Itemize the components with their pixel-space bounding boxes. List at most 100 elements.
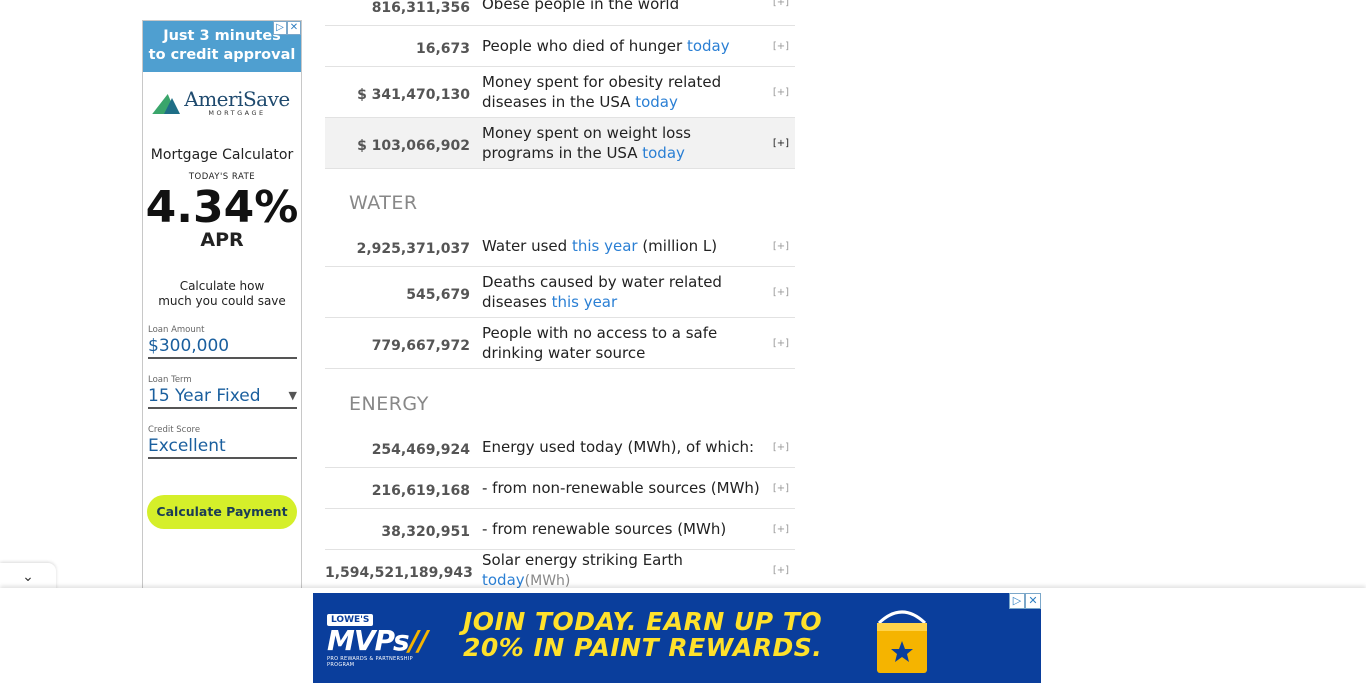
stat-unit: (million L) xyxy=(637,237,718,255)
ad-choices[interactable]: ▷ ✕ xyxy=(273,21,301,35)
expand-button[interactable]: [+] xyxy=(773,138,789,149)
stat-period-link[interactable]: today xyxy=(482,571,525,589)
rate-label: TODAY'S RATE xyxy=(188,172,256,182)
stat-label-text: Solar energy striking Earth xyxy=(482,550,683,569)
stat-row: 216,619,168 - from non-renewable sources … xyxy=(325,468,795,509)
mvps-subtitle: PRO REWARDS & PARTNERSHIP PROGRAM xyxy=(327,656,413,668)
stat-row: 816,311,356 Obese people in the world [+] xyxy=(325,0,795,26)
stat-value: $ 341,470,130 xyxy=(357,86,470,103)
expand-button[interactable]: [+] xyxy=(773,241,789,252)
ad-headline-line-2: to credit approval xyxy=(148,47,296,63)
stat-value: 38,320,951 xyxy=(381,523,470,540)
bottom-advertisement[interactable]: LOWE'S MVPs// PRO REWARDS & PARTNERSHIP … xyxy=(313,593,1041,683)
rate-value: 4.34% xyxy=(145,182,299,233)
stat-row: 2,925,371,037 Water used this year (milli… xyxy=(325,226,795,267)
energy-section-header: ENERGY xyxy=(325,369,795,415)
stat-value: 2,925,371,037 xyxy=(356,240,470,257)
stat-label: People who died of hunger today xyxy=(482,36,762,56)
bottom-ad-headline: JOIN TODAY. EARN UP TO 20% IN PAINT REWA… xyxy=(463,609,822,661)
lowes-mvps-logo: LOWE'S MVPs// PRO REWARDS & PARTNERSHIP … xyxy=(327,607,437,671)
stat-row: 254,469,924 Energy used today (MWh), of w… xyxy=(325,427,795,468)
stat-label: Money spent for obesity related diseases… xyxy=(482,72,762,112)
stat-value: 16,673 xyxy=(415,40,470,57)
amerisave-logo: AmeriSave MORTGAGE xyxy=(143,89,301,117)
stat-label-text: Money spent for obesity related diseases… xyxy=(482,73,722,111)
ad-info-icon[interactable]: ▷ xyxy=(273,21,287,35)
bottom-ad-headline-2: 20% IN PAINT REWARDS. xyxy=(463,633,823,662)
chevron-down-icon[interactable]: ⌄ xyxy=(22,569,34,585)
stat-label: Money spent on weight loss programs in t… xyxy=(482,123,762,163)
calculate-payment-button[interactable]: Calculate Payment xyxy=(147,495,297,529)
stat-label-text: - from non-renewable sources (MWh) xyxy=(482,479,760,497)
expand-button[interactable]: [+] xyxy=(773,338,789,349)
bottom-ad-headline-1: JOIN TODAY. EARN UP TO xyxy=(463,607,823,636)
section-title-water: WATER xyxy=(349,192,418,214)
stat-label: Obese people in the world xyxy=(482,0,762,14)
paint-can-icon xyxy=(877,610,927,673)
stat-label-text: People who died of hunger xyxy=(482,37,687,55)
expand-button[interactable]: [+] xyxy=(773,442,789,453)
loan-amount-label: Loan Amount xyxy=(148,325,205,335)
stat-row: 1,594,521,189,943 Solar energy striking E… xyxy=(325,550,795,591)
loan-amount-input[interactable]: $300,000 xyxy=(148,335,229,357)
stat-period-link[interactable]: this year xyxy=(572,237,638,255)
mvps-text: MVPs xyxy=(327,624,410,657)
stat-label: Deaths caused by water related diseases … xyxy=(482,272,762,312)
stat-label-text: Obese people in the world xyxy=(482,0,680,13)
expand-button[interactable]: [+] xyxy=(773,565,789,576)
stat-value: 545,679 xyxy=(406,286,470,303)
section-title-energy: ENERGY xyxy=(349,393,429,415)
credit-score-label: Credit Score xyxy=(148,425,201,435)
bottom-ad-bar: LOWE'S MVPs// PRO REWARDS & PARTNERSHIP … xyxy=(0,588,1366,683)
loan-amount-field[interactable]: Loan Amount $300,000 xyxy=(148,325,297,359)
ad-close-icon[interactable]: ✕ xyxy=(287,21,301,35)
amerisave-logo-icon xyxy=(154,90,181,116)
stat-period-link[interactable]: today xyxy=(642,144,685,162)
stat-period-link[interactable]: today xyxy=(635,93,678,111)
calculator-note: Calculate how much you could save xyxy=(143,279,301,309)
rate-unit: APR xyxy=(200,229,244,251)
stat-unit: (MWh) xyxy=(524,572,571,589)
stat-row: $ 103,066,902 Money spent on weight loss … xyxy=(325,118,795,169)
stat-value: 816,311,356 xyxy=(371,0,470,16)
stat-value: $ 103,066,902 xyxy=(357,137,470,154)
stat-value: 1,594,521,189,943 xyxy=(325,564,473,581)
stat-period-link[interactable]: this year xyxy=(552,293,618,311)
stat-row: 16,673 People who died of hunger today [+] xyxy=(325,26,795,67)
stat-period-link[interactable]: today xyxy=(687,37,730,55)
stat-value: 216,619,168 xyxy=(371,482,470,499)
ad-close-icon[interactable]: ✕ xyxy=(1025,593,1041,609)
water-section-header: WATER xyxy=(325,169,795,214)
stat-label: Water used this year (million L) xyxy=(482,236,762,256)
calculator-title: Mortgage Calculator xyxy=(150,147,294,163)
ad-info-icon[interactable]: ▷ xyxy=(1009,593,1025,609)
mvps-wordmark: MVPs// xyxy=(327,624,428,657)
dropdown-arrow-icon[interactable]: ▼ xyxy=(289,385,297,407)
stat-label-text: Energy used today (MWh), of which: xyxy=(482,438,755,456)
collapse-tab[interactable]: ⌄ xyxy=(0,563,56,591)
expand-button[interactable]: [+] xyxy=(773,0,789,8)
expand-button[interactable]: [+] xyxy=(773,524,789,535)
loan-term-select[interactable]: Loan Term 15 Year Fixed ▼ xyxy=(148,375,297,409)
stat-label: People with no access to a safe drinking… xyxy=(482,323,762,363)
sidebar-advertisement[interactable]: ▷ ✕ Just 3 minutes to credit approval Am… xyxy=(142,20,302,601)
stat-row: 779,667,972 People with no access to a sa… xyxy=(325,318,795,369)
expand-button[interactable]: [+] xyxy=(773,41,789,52)
stat-label: - from renewable sources (MWh) xyxy=(482,519,762,539)
stat-label-text: - from renewable sources (MWh) xyxy=(482,520,727,538)
statistics-table: 816,311,356 Obese people in the world [+] 1… xyxy=(325,0,795,591)
stat-label: - from non-renewable sources (MWh) xyxy=(482,478,762,498)
credit-score-field[interactable]: Credit Score Excellent xyxy=(148,425,297,459)
expand-button[interactable]: [+] xyxy=(773,287,789,298)
brand-name: AmeriSave xyxy=(184,87,290,111)
loan-term-value[interactable]: 15 Year Fixed xyxy=(148,385,260,407)
stat-value: 779,667,972 xyxy=(371,337,470,354)
stat-label-text: People with no access to a safe drinking… xyxy=(482,324,718,362)
bottom-ad-choices[interactable]: ▷ ✕ xyxy=(1009,593,1041,609)
expand-button[interactable]: [+] xyxy=(773,87,789,98)
credit-score-value[interactable]: Excellent xyxy=(148,435,226,457)
stat-label: Energy used today (MWh), of which: xyxy=(482,437,762,457)
note-line-2: much you could save xyxy=(158,294,286,308)
expand-button[interactable]: [+] xyxy=(773,483,789,494)
stat-value: 254,469,924 xyxy=(371,441,470,458)
